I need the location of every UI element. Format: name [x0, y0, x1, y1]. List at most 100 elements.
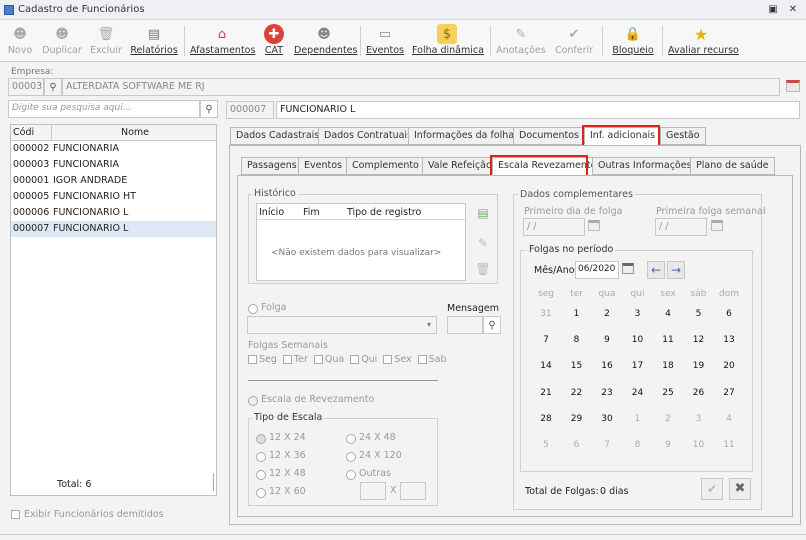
mes-ano-field[interactable]: 06/2020 — [575, 261, 619, 279]
escala-24x48-radio[interactable] — [346, 434, 356, 444]
calendar-day[interactable]: 5 — [684, 309, 714, 319]
calendar-day[interactable]: 5 — [531, 440, 561, 450]
escala-12x24-radio[interactable] — [256, 434, 266, 444]
cancel-x-icon[interactable]: ✖ — [729, 478, 751, 500]
ter-checkbox[interactable]: Ter — [282, 354, 308, 365]
calendar-icon[interactable] — [622, 263, 634, 274]
list-item[interactable]: 000005 FUNCIONARIO HT — [11, 189, 216, 205]
calendar-day[interactable]: 26 — [684, 388, 714, 398]
calendar-day[interactable]: 18 — [653, 361, 683, 371]
mensagem-search-icon[interactable]: ⚲ — [483, 316, 501, 334]
folga-radio[interactable] — [248, 304, 258, 314]
sex-checkbox[interactable]: Sex — [383, 354, 412, 365]
novo-button[interactable]: ☻ Novo — [4, 22, 36, 60]
calendar-icon[interactable] — [786, 80, 800, 92]
tab-dados-contratuais[interactable]: Dados Contratuais — [318, 127, 419, 145]
calendar-day[interactable]: 6 — [714, 309, 744, 319]
search-input[interactable]: Digite sua pesquisa aqui... — [8, 100, 200, 118]
calendar-day[interactable]: 8 — [623, 440, 653, 450]
escala-12x48-radio[interactable] — [256, 470, 266, 480]
calendar-day[interactable]: 19 — [684, 361, 714, 371]
escala-24x120-radio[interactable] — [346, 452, 356, 462]
calendar-day[interactable]: 8 — [562, 335, 592, 345]
list-scrollbar[interactable] — [213, 473, 214, 491]
calendar-day[interactable]: 12 — [684, 335, 714, 345]
calendar-day[interactable]: 24 — [623, 388, 653, 398]
list-item[interactable]: 000003 FUNCIONARIA — [11, 157, 216, 173]
calendar-icon[interactable] — [588, 220, 600, 231]
calendar-day[interactable]: 7 — [592, 440, 622, 450]
list-item-selected[interactable]: 000007 FUNCIONARIO L — [11, 221, 216, 237]
calendar-day[interactable]: 2 — [592, 309, 622, 319]
col-code-header[interactable]: Códi — [13, 127, 34, 138]
calendar-day[interactable]: 13 — [714, 335, 744, 345]
subtab-outras-informacoes[interactable]: Outras Informações — [592, 157, 698, 175]
calendar-day[interactable]: 14 — [531, 361, 561, 371]
calendar-day[interactable]: 22 — [562, 388, 592, 398]
trash-icon[interactable]: 🗑 — [474, 262, 492, 280]
calendar-day[interactable]: 20 — [714, 361, 744, 371]
calendar-day[interactable]: 6 — [562, 440, 592, 450]
calendar-icon[interactable] — [711, 220, 723, 231]
escala-radio[interactable] — [248, 396, 258, 406]
avaliar-recurso-button[interactable]: ★ Avaliar recurso — [668, 22, 739, 60]
cat-button[interactable]: ✚ CAT — [260, 22, 288, 60]
afastamentos-button[interactable]: ⌂ Afastamentos — [190, 22, 255, 60]
empresa-code-field[interactable]: 00003 — [8, 78, 44, 96]
subtab-plano-saude[interactable]: Plano de saúde — [690, 157, 775, 175]
calendar-day[interactable]: 1 — [623, 414, 653, 424]
tab-documentos[interactable]: Documentos — [513, 127, 585, 145]
anotacoes-button[interactable]: ✎ Anotações — [496, 22, 546, 60]
qua-checkbox[interactable]: Qua — [313, 354, 344, 365]
prev-month-icon[interactable]: ← — [647, 261, 665, 279]
folha-dinamica-button[interactable]: $ Folha dinâmica — [412, 22, 484, 60]
calendar-day[interactable]: 27 — [714, 388, 744, 398]
next-month-icon[interactable]: → — [667, 261, 685, 279]
calendar-day[interactable]: 11 — [653, 335, 683, 345]
list-item[interactable]: 000006 FUNCIONARIO L — [11, 205, 216, 221]
calendar-day[interactable]: 4 — [714, 414, 744, 424]
calendar-day[interactable]: 1 — [562, 309, 592, 319]
subtab-vale-refeicao[interactable]: Vale Refeição — [422, 157, 498, 175]
escala-outras-radio[interactable] — [346, 470, 356, 480]
calendar-day[interactable]: 30 — [592, 414, 622, 424]
calendar-day[interactable]: 3 — [623, 309, 653, 319]
exibir-demitidos-checkbox[interactable]: Exibir Funcionários demitidos — [11, 509, 164, 520]
empresa-search-icon[interactable]: ⚲ — [44, 78, 62, 96]
subtab-eventos[interactable]: Eventos — [298, 157, 348, 175]
tab-dados-cadastrais[interactable]: Dados Cadastrais — [230, 127, 326, 145]
subtab-passagens[interactable]: Passagens — [241, 157, 303, 175]
seg-checkbox[interactable]: Seg — [248, 354, 277, 365]
calendar-day[interactable]: 28 — [531, 414, 561, 424]
calendar-day[interactable]: 16 — [592, 361, 622, 371]
calendar-day[interactable]: 15 — [562, 361, 592, 371]
calendar-day[interactable]: 23 — [592, 388, 622, 398]
calendar-day[interactable]: 11 — [714, 440, 744, 450]
calendar-day[interactable]: 21 — [531, 388, 561, 398]
bloqueio-button[interactable]: 🔒 Bloqueio — [610, 22, 656, 60]
calendar-day[interactable]: 31 — [531, 309, 561, 319]
calendar-day[interactable]: 7 — [531, 335, 561, 345]
list-item[interactable]: 000001 IGOR ANDRADE — [11, 173, 216, 189]
folga-select[interactable] — [247, 316, 437, 334]
calendar-day[interactable]: 25 — [653, 388, 683, 398]
escala-12x60-radio[interactable] — [256, 488, 266, 498]
relatorios-button[interactable]: ▤ Relatórios — [128, 22, 180, 60]
search-icon[interactable]: ⚲ — [200, 100, 218, 118]
calendar-day[interactable]: 9 — [653, 440, 683, 450]
eventos-button[interactable]: ▭ Eventos — [366, 22, 404, 60]
sab-checkbox[interactable]: Sab — [417, 354, 447, 365]
add-document-icon[interactable]: ▤ — [474, 206, 492, 224]
escala-12x36-radio[interactable] — [256, 452, 266, 462]
calendar-day[interactable]: 10 — [623, 335, 653, 345]
duplicar-button[interactable]: ☻ Duplicar — [42, 22, 82, 60]
excluir-button[interactable]: 🗑 Excluir — [88, 22, 124, 60]
calendar-day[interactable]: 9 — [592, 335, 622, 345]
calendar-day[interactable]: 17 — [623, 361, 653, 371]
calendar-day[interactable]: 2 — [653, 414, 683, 424]
primeira-semanal-field[interactable]: / / — [655, 218, 707, 236]
col-name-header[interactable]: Nome — [121, 127, 149, 138]
edit-icon[interactable]: ✎ — [474, 236, 492, 254]
list-item[interactable]: 000002 FUNCIONARIA — [11, 141, 216, 157]
tab-gestao[interactable]: Gestão — [660, 127, 706, 145]
